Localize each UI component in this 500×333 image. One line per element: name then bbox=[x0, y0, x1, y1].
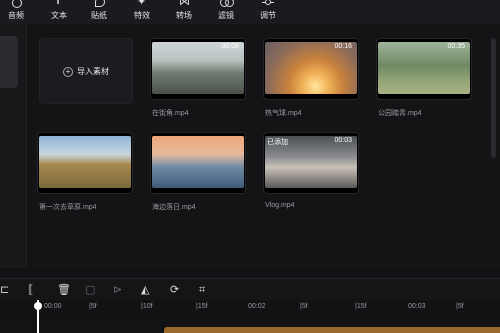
tool-audio[interactable]: 音频 bbox=[0, 0, 38, 21]
delete-icon[interactable]: 🗑 bbox=[57, 284, 71, 296]
music-note-icon bbox=[10, 0, 22, 9]
timeline-clip-segment[interactable] bbox=[164, 327, 500, 333]
sticker-icon bbox=[93, 0, 105, 9]
scrollbar-thumb[interactable] bbox=[491, 38, 496, 158]
clip-name: 第一次去草原.mp4 bbox=[39, 204, 97, 211]
tool-effects[interactable]: 特效 bbox=[120, 0, 164, 21]
clip-thumbnail bbox=[150, 132, 246, 194]
left-sidebar bbox=[0, 24, 27, 268]
ruler-tick: |5f bbox=[300, 303, 308, 310]
tool-text[interactable]: 文本 bbox=[37, 0, 81, 21]
media-panel: + 导入素材 00:08 在街角.mp4 00:16 热气球.mp4 00:35… bbox=[27, 24, 500, 268]
mirror-icon[interactable]: ◭ bbox=[141, 284, 149, 296]
clip-name: 在街角.mp4 bbox=[152, 110, 189, 117]
freeze-icon[interactable]: ▢ bbox=[85, 284, 95, 296]
sidebar-item-media[interactable] bbox=[0, 36, 18, 88]
top-toolbar: 音频 文本 贴纸 特效 转场 滤镜 调节 bbox=[0, 0, 500, 24]
adjust-icon bbox=[262, 0, 274, 9]
effects-icon bbox=[136, 0, 148, 9]
clip-duration: 00:08 bbox=[221, 43, 239, 50]
timeline-ruler[interactable]: 00:00 |5f |10f |15f 00:02 |5f |15f 00:03… bbox=[0, 300, 500, 316]
tool-text-label: 文本 bbox=[51, 11, 67, 20]
clip-thumbnail: 已添加 00:03 bbox=[263, 132, 359, 194]
media-scrollbar[interactable] bbox=[488, 24, 500, 268]
import-media-button[interactable]: + 导入素材 bbox=[39, 38, 133, 104]
transition-icon bbox=[178, 0, 190, 9]
timeline-track[interactable] bbox=[0, 318, 500, 333]
tool-transition-label: 转场 bbox=[176, 11, 192, 20]
ruler-tick: |15f bbox=[196, 303, 208, 310]
clip-name: 公园踏青.mp4 bbox=[378, 110, 422, 117]
ruler-tick: 00:02 bbox=[248, 303, 266, 310]
tool-effects-label: 特效 bbox=[134, 11, 150, 20]
tool-filter[interactable]: 滤镜 bbox=[204, 0, 248, 21]
tool-transition[interactable]: 转场 bbox=[162, 0, 206, 21]
clip-thumbnail: 00:16 bbox=[263, 38, 359, 100]
undo-icon[interactable]: ⊏ bbox=[0, 284, 9, 296]
plus-icon: + bbox=[63, 67, 73, 77]
clip-duration: 00:16 bbox=[334, 43, 352, 50]
tool-sticker[interactable]: 贴纸 bbox=[77, 0, 121, 21]
added-badge: 已添加 bbox=[267, 139, 288, 146]
tool-audio-label: 音频 bbox=[8, 11, 24, 20]
ruler-tick: |5f bbox=[89, 303, 97, 310]
clip-duration: 00:03 bbox=[334, 137, 352, 144]
clip-thumbnail bbox=[37, 132, 133, 194]
tool-adjust-label: 调节 bbox=[260, 11, 276, 20]
ruler-tick: |15f bbox=[355, 303, 367, 310]
reverse-icon[interactable]: ⊳ bbox=[113, 284, 122, 296]
playhead-handle[interactable] bbox=[34, 302, 42, 310]
filter-icon bbox=[220, 0, 234, 9]
clip-name: Vlog.mp4 bbox=[265, 202, 295, 209]
tool-adjust[interactable]: 调节 bbox=[246, 0, 290, 21]
ruler-tick: 00:00 bbox=[44, 303, 62, 310]
ruler-tick: |10f bbox=[141, 303, 153, 310]
clip-name: 海边落日.mp4 bbox=[152, 204, 196, 211]
clip-name: 热气球.mp4 bbox=[265, 110, 302, 117]
clip-thumbnail: 00:08 bbox=[150, 38, 246, 100]
ruler-tick: |5f bbox=[456, 303, 464, 310]
tool-filter-label: 滤镜 bbox=[218, 11, 234, 20]
crop-icon[interactable]: ⌗ bbox=[199, 284, 205, 296]
import-media-label: 导入素材 bbox=[77, 67, 109, 76]
text-icon bbox=[53, 0, 65, 9]
clip-duration: 00:35 bbox=[447, 43, 465, 50]
tool-sticker-label: 贴纸 bbox=[91, 11, 107, 20]
clip-thumbnail: 00:35 bbox=[376, 38, 472, 100]
ruler-tick: 00:03 bbox=[408, 303, 426, 310]
rotate-icon[interactable]: ⟳ bbox=[170, 284, 179, 296]
edit-toolbar: ⊏ ⟦ 🗑 ▢ ⊳ ◭ ⟳ ⌗ bbox=[0, 278, 500, 300]
split-icon[interactable]: ⟦ bbox=[28, 284, 33, 296]
